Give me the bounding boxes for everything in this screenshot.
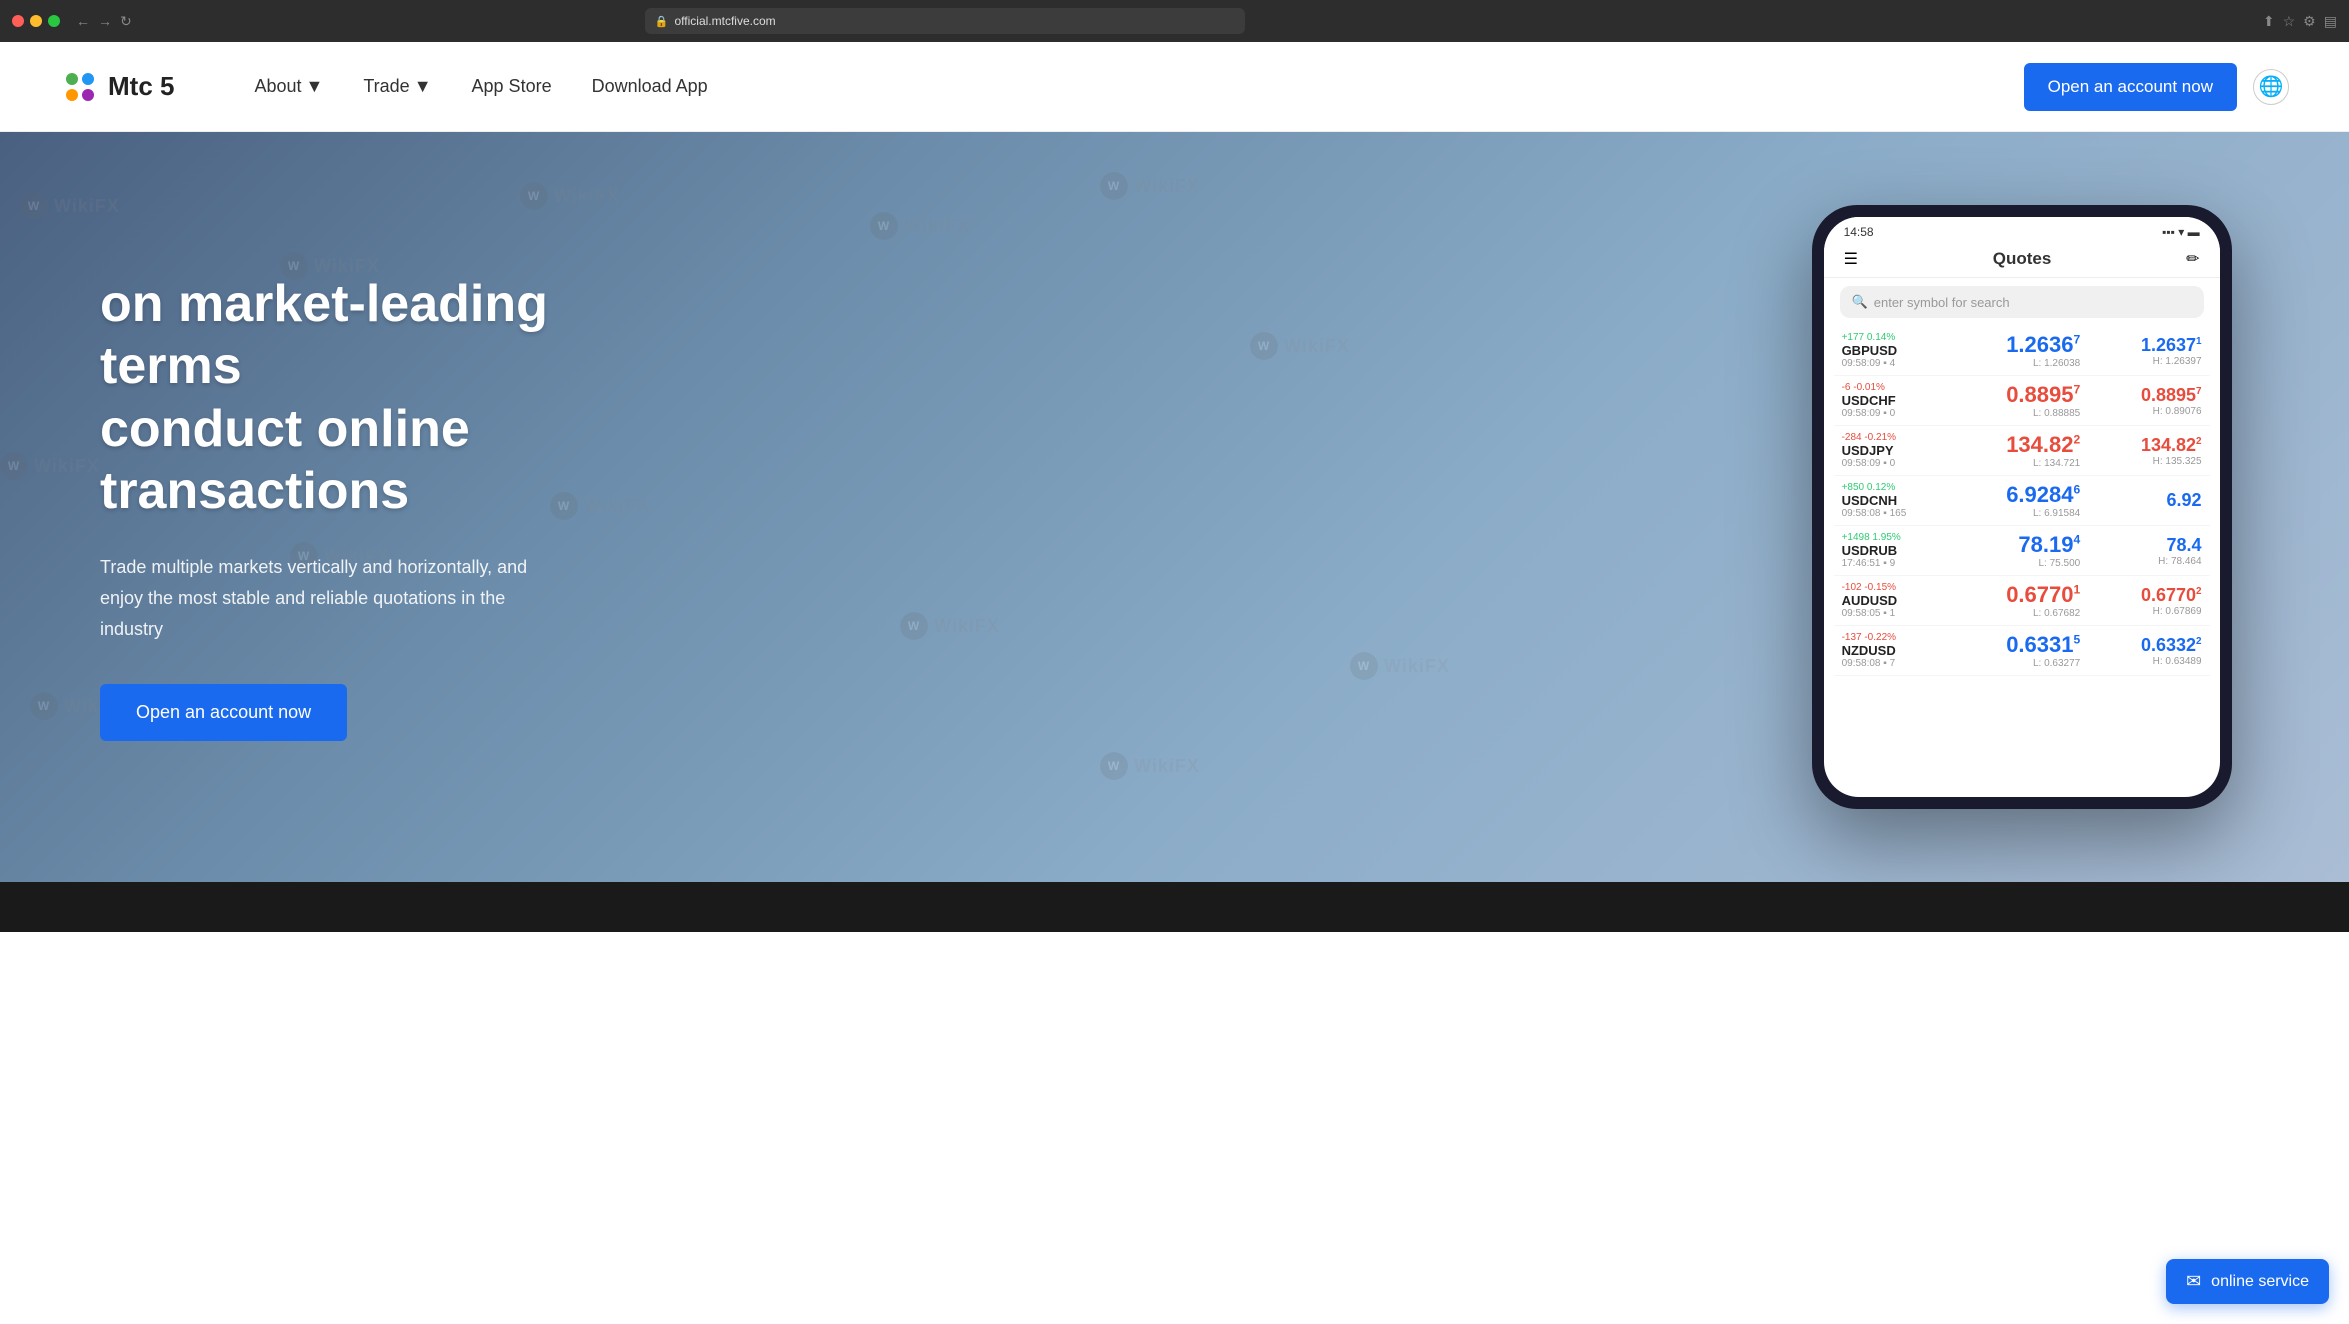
search-placeholder: enter symbol for search xyxy=(1874,295,2010,310)
phone-time: 14:58 xyxy=(1844,225,1874,239)
back-arrow-icon[interactable]: ← xyxy=(76,13,90,29)
logo[interactable]: Mtc 5 xyxy=(60,67,174,107)
quote-row-usdrub[interactable]: +1498 1.95% USDRUB 17:46:51 ▪ 9 78.194 L… xyxy=(1834,526,2210,576)
phone-search-bar[interactable]: 🔍 enter symbol for search xyxy=(1840,286,2204,318)
quote-row-nzdusd[interactable]: -137 -0.22% NZDUSD 09:58:08 ▪ 7 0.63315 … xyxy=(1834,626,2210,676)
nav-trade[interactable]: Trade ▼ xyxy=(363,76,431,97)
close-window-button[interactable] xyxy=(12,15,24,27)
sidebar-icon[interactable]: ▤ xyxy=(2324,13,2337,30)
watermark-10: WWikiFX xyxy=(1250,332,1350,360)
lock-icon: 🔒 xyxy=(655,15,669,28)
hero-title: on market-leading terms conduct online t… xyxy=(100,273,550,523)
navbar: Mtc 5 About ▼ Trade ▼ App Store Download… xyxy=(0,42,2349,132)
quote-row-usdjpy[interactable]: -284 -0.21% USDJPY 09:58:09 ▪ 0 134.822 … xyxy=(1834,426,2210,476)
watermark-13: WWikiFX xyxy=(1100,752,1200,780)
watermark-8: WWikiFX xyxy=(870,212,970,240)
quotes-table: +177 0.14% GBPUSD 09:58:09 ▪ 4 1.26367 L… xyxy=(1824,326,2220,676)
online-service-widget[interactable]: ✉ online service xyxy=(2166,1259,2329,1304)
search-icon: 🔍 xyxy=(1852,294,1868,310)
reload-icon[interactable]: ↻ xyxy=(120,13,132,30)
chevron-down-icon: ▼ xyxy=(306,76,324,97)
watermark-12: WWikiFX xyxy=(900,612,1000,640)
language-button[interactable]: 🌐 xyxy=(2253,69,2289,105)
phone-screen: 14:58 ▪▪▪ ▾ ▬ ☰ Quotes ✏ 🔍 enter symbol … xyxy=(1824,217,2220,797)
browser-chrome: ← → ↻ 🔒 official.mtcfive.com ⬆ ☆ ⚙ ▤ xyxy=(0,0,2349,42)
browser-navigation: ← → ↻ xyxy=(76,13,132,30)
nav-app-store[interactable]: App Store xyxy=(472,76,552,97)
hero-section: WWikiFX WWikiFX WWikiFX WWikiFX WWikiFX … xyxy=(0,132,2349,882)
phone-frame: 14:58 ▪▪▪ ▾ ▬ ☰ Quotes ✏ 🔍 enter symbol … xyxy=(1812,205,2232,809)
watermark-9: WWikiFX xyxy=(1100,172,1200,200)
quote-row-gbpusd[interactable]: +177 0.14% GBPUSD 09:58:09 ▪ 4 1.26367 L… xyxy=(1834,326,2210,376)
hero-subtitle: Trade multiple markets vertically and ho… xyxy=(100,552,550,644)
minimize-window-button[interactable] xyxy=(30,15,42,27)
forward-arrow-icon[interactable]: → xyxy=(98,13,112,29)
phone-app-header: ☰ Quotes ✏ xyxy=(1824,243,2220,278)
phone-screen-title: Quotes xyxy=(1858,249,2186,269)
address-bar[interactable]: 🔒 official.mtcfive.com xyxy=(645,8,1245,34)
maximize-window-button[interactable] xyxy=(48,15,60,27)
nav-links: About ▼ Trade ▼ App Store Download App xyxy=(254,76,2023,97)
watermark-3: WWikiFX xyxy=(520,182,620,210)
hero-cta-button[interactable]: Open an account now xyxy=(100,684,347,741)
extensions-icon[interactable]: ⚙ xyxy=(2303,13,2316,30)
url-display: official.mtcfive.com xyxy=(674,14,775,28)
phone-signals: ▪▪▪ ▾ ▬ xyxy=(2162,225,2199,239)
logo-icon xyxy=(60,67,100,107)
phone-status-bar: 14:58 ▪▪▪ ▾ ▬ xyxy=(1824,217,2220,243)
browser-action-buttons: ⬆ ☆ ⚙ ▤ xyxy=(2263,13,2337,30)
nav-actions: Open an account now 🌐 xyxy=(2024,63,2289,111)
menu-icon: ☰ xyxy=(1844,249,1858,269)
open-account-button[interactable]: Open an account now xyxy=(2024,63,2237,111)
phone-mockup: 14:58 ▪▪▪ ▾ ▬ ☰ Quotes ✏ 🔍 enter symbol … xyxy=(1812,205,2232,809)
bookmark-icon[interactable]: ☆ xyxy=(2283,13,2296,30)
share-icon[interactable]: ⬆ xyxy=(2263,13,2275,30)
nav-download-app[interactable]: Download App xyxy=(592,76,708,97)
globe-icon: 🌐 xyxy=(2259,74,2284,99)
logo-text: Mtc 5 xyxy=(108,71,174,102)
browser-window-controls xyxy=(12,15,60,27)
online-service-label: online service xyxy=(2211,1273,2309,1291)
bottom-bar xyxy=(0,882,2349,932)
chevron-down-icon: ▼ xyxy=(414,76,432,97)
hero-content: on market-leading terms conduct online t… xyxy=(0,213,650,801)
chat-icon: ✉ xyxy=(2186,1271,2201,1292)
quote-row-usdcnh[interactable]: +850 0.12% USDCNH 09:58:08 ▪ 165 6.92846… xyxy=(1834,476,2210,526)
quote-row-usdchf[interactable]: -6 -0.01% USDCHF 09:58:09 ▪ 0 0.88957 L:… xyxy=(1834,376,2210,426)
edit-icon: ✏ xyxy=(2186,249,2199,269)
quote-row-audusd[interactable]: -102 -0.15% AUDUSD 09:58:05 ▪ 1 0.67701 … xyxy=(1834,576,2210,626)
nav-about[interactable]: About ▼ xyxy=(254,76,323,97)
watermark-11: WWikiFX xyxy=(1350,652,1450,680)
